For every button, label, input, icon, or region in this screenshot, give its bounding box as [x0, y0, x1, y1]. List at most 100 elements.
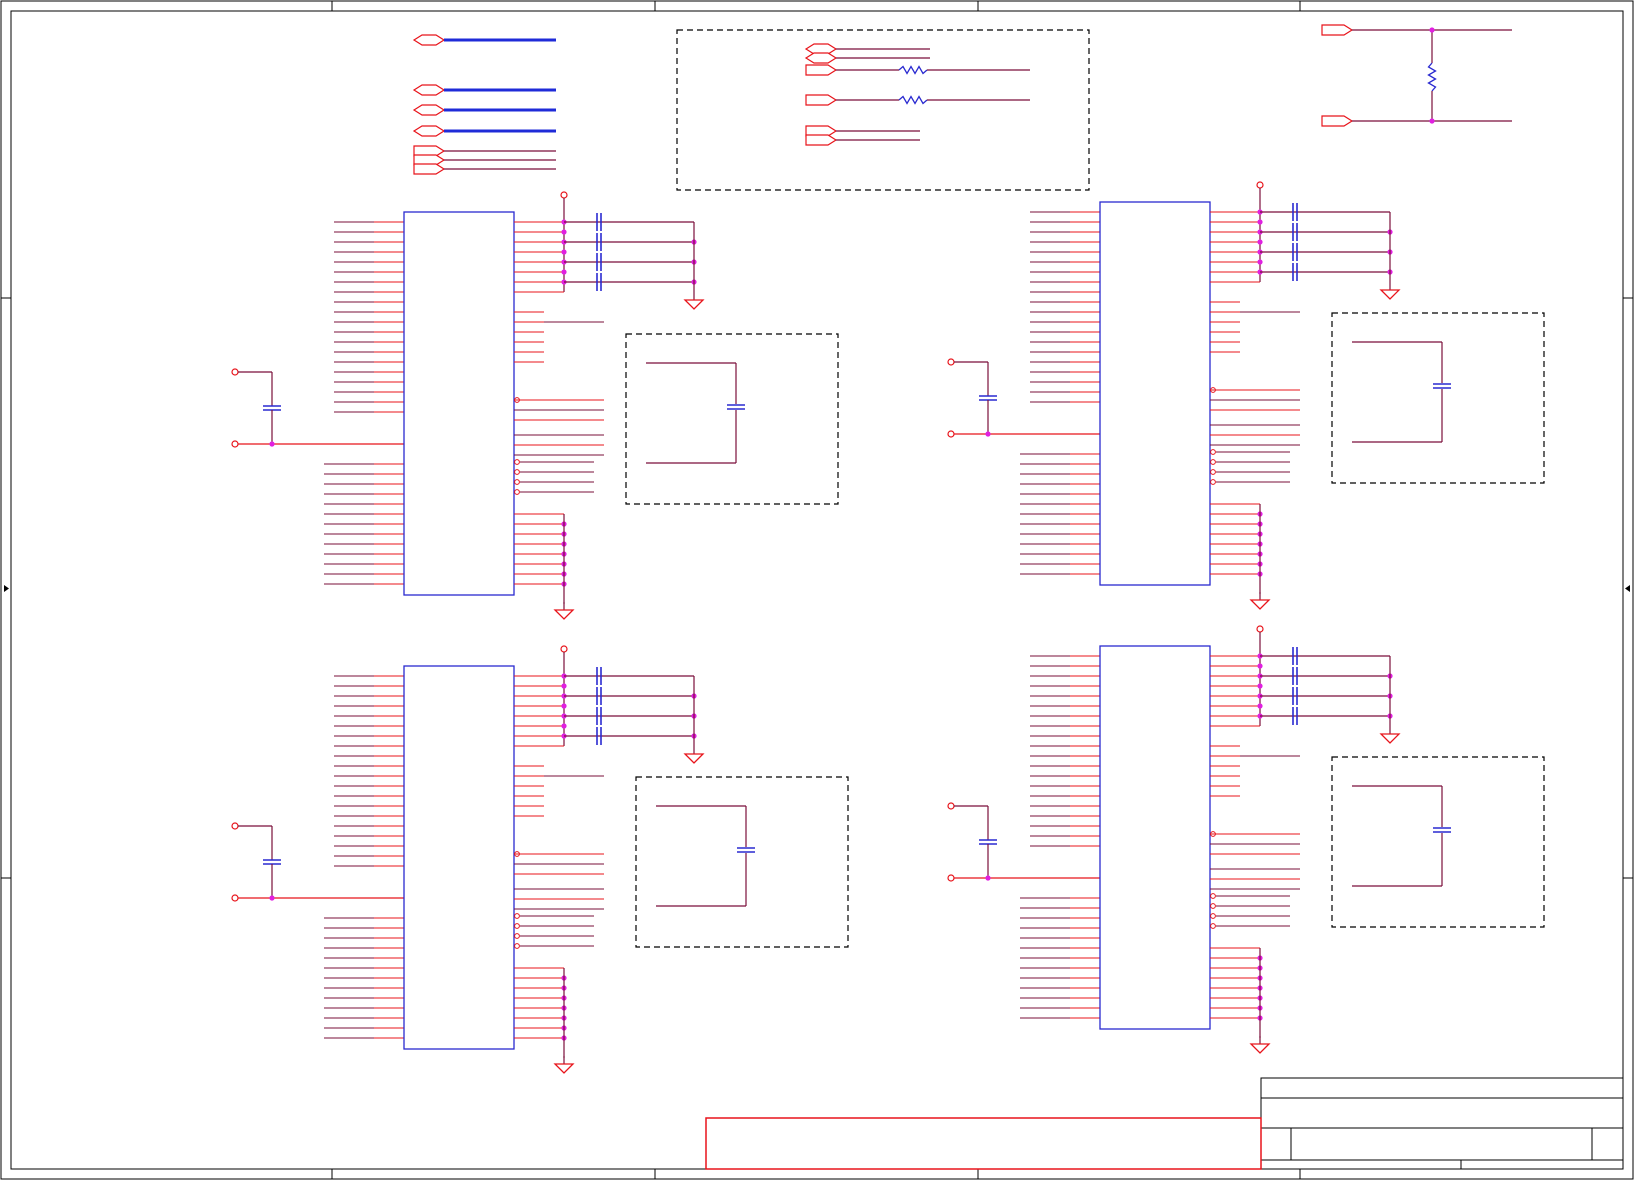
power-terminal-icon — [947, 358, 955, 366]
resistor-icon — [898, 65, 928, 75]
junction-dot-icon — [561, 229, 567, 235]
power-terminal-icon — [1256, 625, 1264, 633]
sheet-frame — [0, 0, 1634, 1180]
ic-body — [403, 665, 515, 1050]
inverted-pin-icon — [1210, 913, 1216, 919]
junction-dot-icon — [561, 703, 567, 709]
resistor-icon — [1427, 62, 1437, 92]
power-terminal-icon — [947, 802, 955, 810]
ic-u2 — [947, 181, 1545, 610]
power-terminal-icon — [947, 430, 955, 438]
port-icon — [1321, 115, 1354, 127]
junction-dot-icon — [1257, 239, 1263, 245]
port-icon — [412, 84, 446, 96]
ground-triangle — [1249, 1043, 1271, 1054]
sheet-center-marks — [4, 585, 1630, 592]
dashed-subblock — [625, 333, 839, 505]
power-terminal-icon — [231, 440, 239, 448]
ground-symbol-icon — [1249, 1036, 1271, 1054]
ic-u4 — [947, 625, 1545, 1054]
junction-dot-icon — [1257, 219, 1263, 225]
inverted-pin-icon — [514, 933, 520, 939]
resistor-icon — [898, 95, 928, 105]
resistor-network-group — [676, 29, 1090, 191]
inverted-pin-icon — [1210, 449, 1216, 455]
ground-symbol-icon — [1379, 282, 1401, 300]
capacitor-icon — [727, 404, 745, 410]
port-icon — [412, 125, 446, 137]
inverted-pin-icon — [514, 479, 520, 485]
junction-dot-icon — [561, 269, 567, 275]
ground-triangle — [553, 609, 575, 620]
power-terminal-icon — [947, 874, 955, 882]
ground-symbol-icon — [683, 746, 705, 764]
inverted-pin-icon — [514, 923, 520, 929]
inverted-pin-icon — [1210, 903, 1216, 909]
ic-body — [1099, 201, 1211, 586]
ic-body — [1099, 645, 1211, 1030]
capacitor-icon — [979, 839, 997, 845]
junction-dot-icon — [561, 249, 567, 255]
capacitor-icon — [263, 405, 281, 411]
ground-symbol-icon — [683, 292, 705, 310]
junction-dot-icon — [1257, 663, 1263, 669]
ground-triangle — [1379, 289, 1401, 300]
junction-dot-icon — [561, 683, 567, 689]
dashed-subblock — [1331, 312, 1545, 484]
junction-dot-icon — [1257, 259, 1263, 265]
port-icon — [412, 34, 446, 46]
port-icon — [805, 134, 838, 146]
revision-box — [705, 1117, 1262, 1170]
port-icon — [413, 163, 446, 175]
inverted-pin-icon — [514, 469, 520, 475]
pullup-resistor-group — [1321, 24, 1512, 127]
port-icon — [1321, 24, 1354, 36]
power-terminal-icon — [1256, 181, 1264, 189]
dashed-subblock — [635, 776, 849, 948]
title-block — [1260, 1077, 1624, 1170]
power-terminal-icon — [560, 645, 568, 653]
ground-triangle — [683, 299, 705, 310]
power-terminal-icon — [231, 822, 239, 830]
ic-u1 — [231, 191, 839, 620]
junction-dot-icon — [1429, 118, 1435, 124]
junction-dot-icon — [269, 441, 275, 447]
ground-triangle — [1379, 733, 1401, 744]
junction-dot-icon — [985, 875, 991, 881]
port-icon — [805, 94, 838, 106]
ground-symbol-icon — [553, 1056, 575, 1074]
inverted-pin-icon — [514, 913, 520, 919]
inverted-pin-icon — [514, 943, 520, 949]
capacitor-icon — [979, 395, 997, 401]
junction-dot-icon — [1257, 703, 1263, 709]
ground-triangle — [553, 1063, 575, 1074]
ic-u3 — [231, 645, 849, 1074]
junction-dot-icon — [269, 895, 275, 901]
capacitor-icon — [1433, 383, 1451, 389]
inverted-pin-icon — [1210, 893, 1216, 899]
power-terminal-icon — [231, 894, 239, 902]
inverted-pin-icon — [1210, 923, 1216, 929]
port-icon — [805, 64, 838, 76]
ic-body — [403, 211, 515, 596]
junction-dot-icon — [985, 431, 991, 437]
inverted-pin-icon — [1210, 469, 1216, 475]
port-icon — [412, 104, 446, 116]
port-icon — [804, 52, 838, 64]
ground-symbol-icon — [553, 602, 575, 620]
inverted-pin-icon — [1210, 459, 1216, 465]
power-terminal-icon — [560, 191, 568, 199]
inverted-pin-icon — [514, 489, 520, 495]
capacitor-icon — [1433, 827, 1451, 833]
ground-triangle — [1249, 599, 1271, 610]
bus-port-group — [412, 34, 556, 175]
junction-dot-icon — [1257, 683, 1263, 689]
junction-dot-icon — [1429, 27, 1435, 33]
capacitor-icon — [263, 859, 281, 865]
ground-symbol-icon — [1379, 726, 1401, 744]
ground-symbol-icon — [1249, 592, 1271, 610]
junction-dot-icon — [561, 723, 567, 729]
capacitor-icon — [737, 847, 755, 853]
inverted-pin-icon — [1210, 479, 1216, 485]
dashed-subblock — [1331, 756, 1545, 928]
